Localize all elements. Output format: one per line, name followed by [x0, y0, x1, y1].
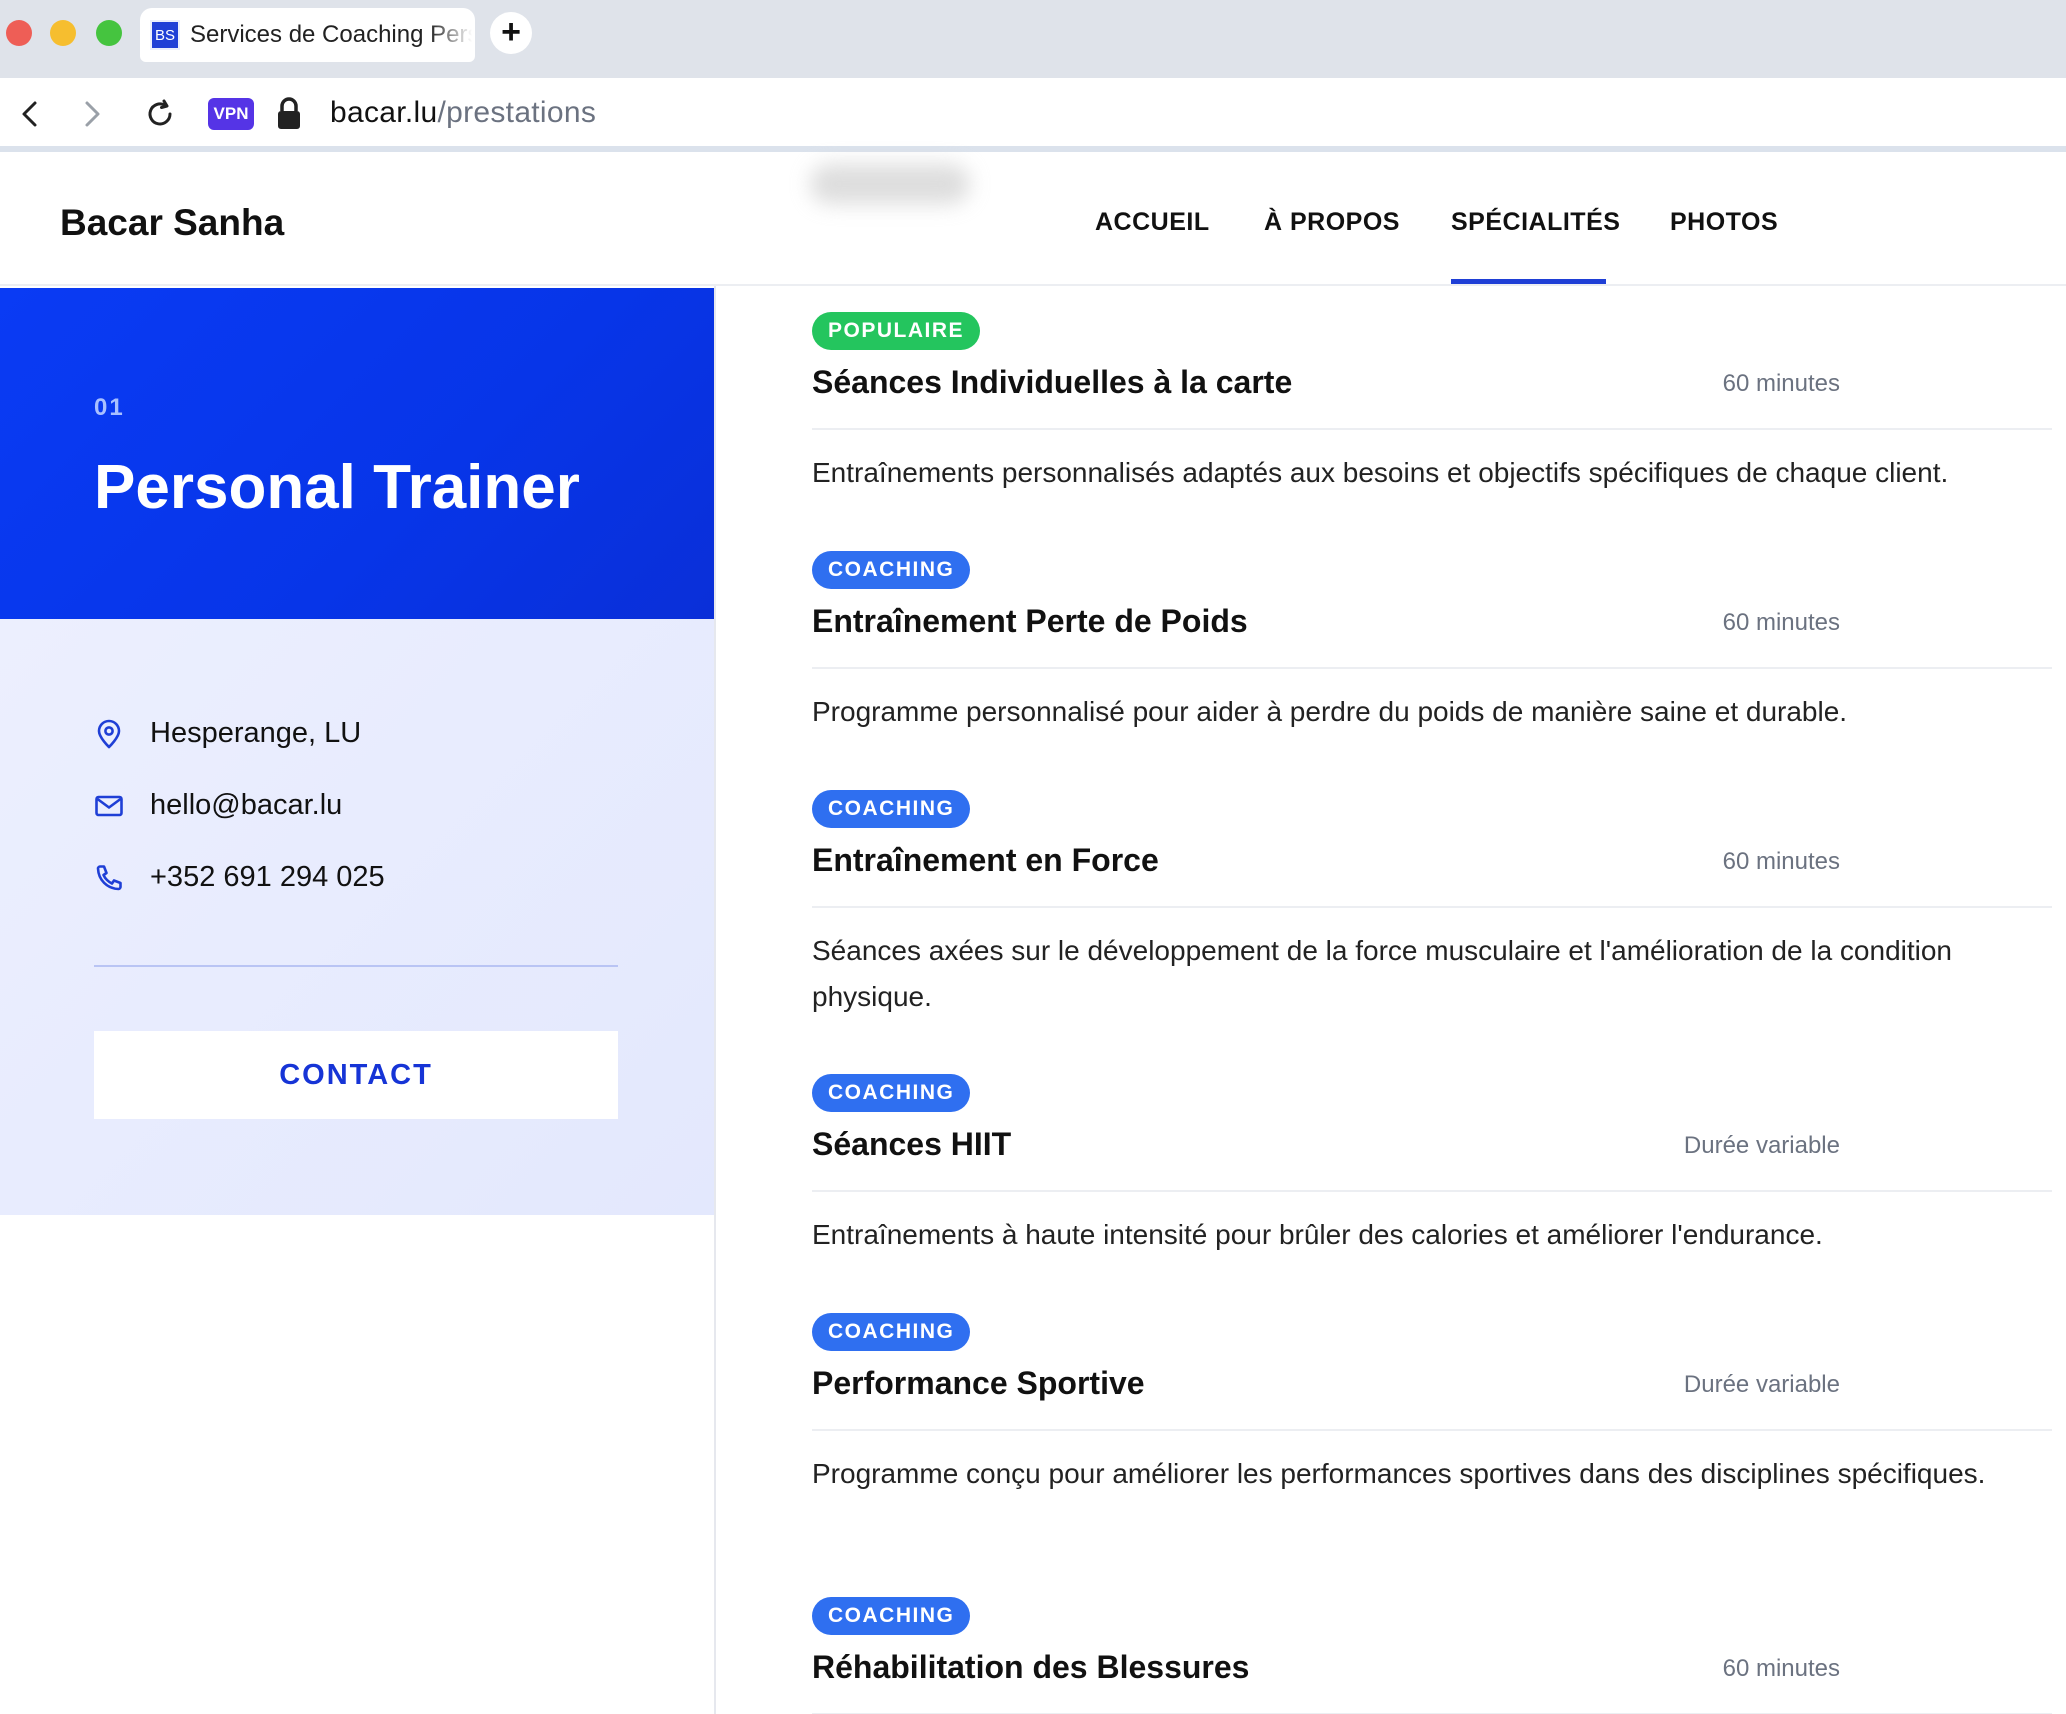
service-item: COACHING Entraînement en Force 60 minute…: [812, 790, 2052, 1074]
back-arrow-icon[interactable]: [10, 94, 50, 134]
close-window-button[interactable]: [6, 20, 32, 46]
service-description: Programme conçu pour améliorer les perfo…: [812, 1458, 1986, 1489]
service-description: Entraînements personnalisés adaptés aux …: [812, 457, 1949, 488]
service-duration: 60 minutes: [1722, 1655, 1840, 1682]
services-list: POPULAIRE Séances Individuelles à la car…: [812, 312, 2052, 1714]
vpn-badge[interactable]: VPN: [208, 98, 254, 130]
service-header: Entraînement Perte de Poids 60 minutes: [812, 589, 2052, 669]
hero-card: 01 Personal Trainer: [0, 288, 714, 619]
service-item: COACHING Entraînement Perte de Poids 60 …: [812, 551, 2052, 790]
service-badge: COACHING: [812, 1313, 971, 1351]
service-title: Séances HIIT: [812, 1126, 1012, 1162]
forward-arrow-icon[interactable]: [72, 94, 112, 134]
mail-icon: [95, 795, 123, 816]
favicon-icon: BS: [150, 20, 180, 50]
service-title: Entraînement Perte de Poids: [812, 603, 1248, 639]
url-host: bacar.lu: [330, 96, 438, 129]
service-header: Séances HIIT Durée variable: [812, 1112, 2052, 1192]
service-badge: COACHING: [812, 790, 971, 828]
maximize-window-button[interactable]: [96, 20, 122, 46]
new-tab-button[interactable]: +: [490, 12, 532, 54]
service-title: Réhabilitation des Blessures: [812, 1649, 1250, 1685]
service-duration: Durée variable: [1683, 1371, 1840, 1398]
browser-tab-bar: BS Services de Coaching Personnalisés +: [0, 0, 2066, 78]
service-description: Séances axées sur le développement de la…: [812, 935, 1953, 1012]
location-text: Hesperange, LU: [150, 717, 362, 749]
blurred-graphic: [810, 164, 970, 204]
service-duration: 60 minutes: [1722, 609, 1840, 636]
service-header: Entraînement en Force 60 minutes: [812, 828, 2052, 908]
phone-row[interactable]: +352 691 294 025: [94, 861, 385, 894]
reload-icon[interactable]: [140, 94, 180, 134]
service-badge: POPULAIRE: [812, 312, 981, 350]
service-badge: COACHING: [812, 551, 971, 589]
hero-title: Personal Trainer: [94, 453, 580, 522]
contact-panel: Hesperange, LU hello@bacar.lu +352 691 2…: [0, 619, 714, 1215]
hero-number: 01: [94, 394, 125, 421]
email-text[interactable]: hello@bacar.lu: [150, 789, 342, 822]
service-header: Performance Sportive Durée variable: [812, 1351, 2052, 1431]
service-item: COACHING Réhabilitation des Blessures 60…: [812, 1597, 2052, 1714]
service-description: Entraînements à haute intensité pour brû…: [812, 1219, 1823, 1250]
address-bar: VPN bacar.lu/prestations: [0, 78, 2066, 152]
site-brand[interactable]: Bacar Sanha: [60, 202, 284, 244]
panel-divider: [94, 965, 618, 967]
phone-text[interactable]: +352 691 294 025: [150, 861, 385, 894]
service-item: COACHING Séances HIIT Durée variable Ent…: [812, 1074, 2052, 1313]
service-badge: COACHING: [812, 1597, 971, 1635]
service-header: Séances Individuelles à la carte 60 minu…: [812, 350, 2052, 430]
service-description: Programme personnalisé pour aider à perd…: [812, 696, 1848, 727]
service-title: Performance Sportive: [812, 1365, 1145, 1401]
service-badge: COACHING: [812, 1074, 971, 1112]
nav-a-propos[interactable]: À PROPOS: [1264, 208, 1400, 237]
column-divider: [714, 286, 716, 1714]
phone-icon: [96, 864, 122, 890]
nav-accueil[interactable]: ACCUEIL: [1095, 208, 1210, 237]
email-row[interactable]: hello@bacar.lu: [94, 789, 342, 822]
tab-title: Services de Coaching Personnalisés: [190, 21, 472, 48]
active-nav-indicator: [1451, 279, 1606, 284]
service-duration: Durée variable: [1683, 1132, 1840, 1159]
service-title: Séances Individuelles à la carte: [812, 364, 1293, 400]
minimize-window-button[interactable]: [50, 20, 76, 46]
browser-tab[interactable]: BS Services de Coaching Personnalisés: [140, 8, 475, 62]
url-path: /prestations: [437, 96, 597, 129]
service-title: Entraînement en Force: [812, 842, 1159, 878]
site-header: Bacar Sanha ACCUEIL À PROPOS SPÉCIALITÉS…: [0, 158, 2066, 286]
contact-button[interactable]: CONTACT: [94, 1031, 618, 1119]
service-duration: 60 minutes: [1722, 370, 1840, 397]
service-header: Réhabilitation des Blessures 60 minutes: [812, 1635, 2052, 1714]
service-item: COACHING Performance Sportive Durée vari…: [812, 1313, 2052, 1597]
url-field[interactable]: bacar.lu/prestations: [330, 96, 596, 130]
location-row: Hesperange, LU: [94, 717, 361, 750]
service-duration: 60 minutes: [1722, 848, 1840, 875]
map-pin-icon: [97, 719, 121, 748]
lock-icon[interactable]: [274, 96, 304, 132]
nav-specialites[interactable]: SPÉCIALITÉS: [1451, 208, 1620, 237]
nav-photos[interactable]: PHOTOS: [1670, 208, 1778, 237]
service-item: POPULAIRE Séances Individuelles à la car…: [812, 312, 2052, 551]
